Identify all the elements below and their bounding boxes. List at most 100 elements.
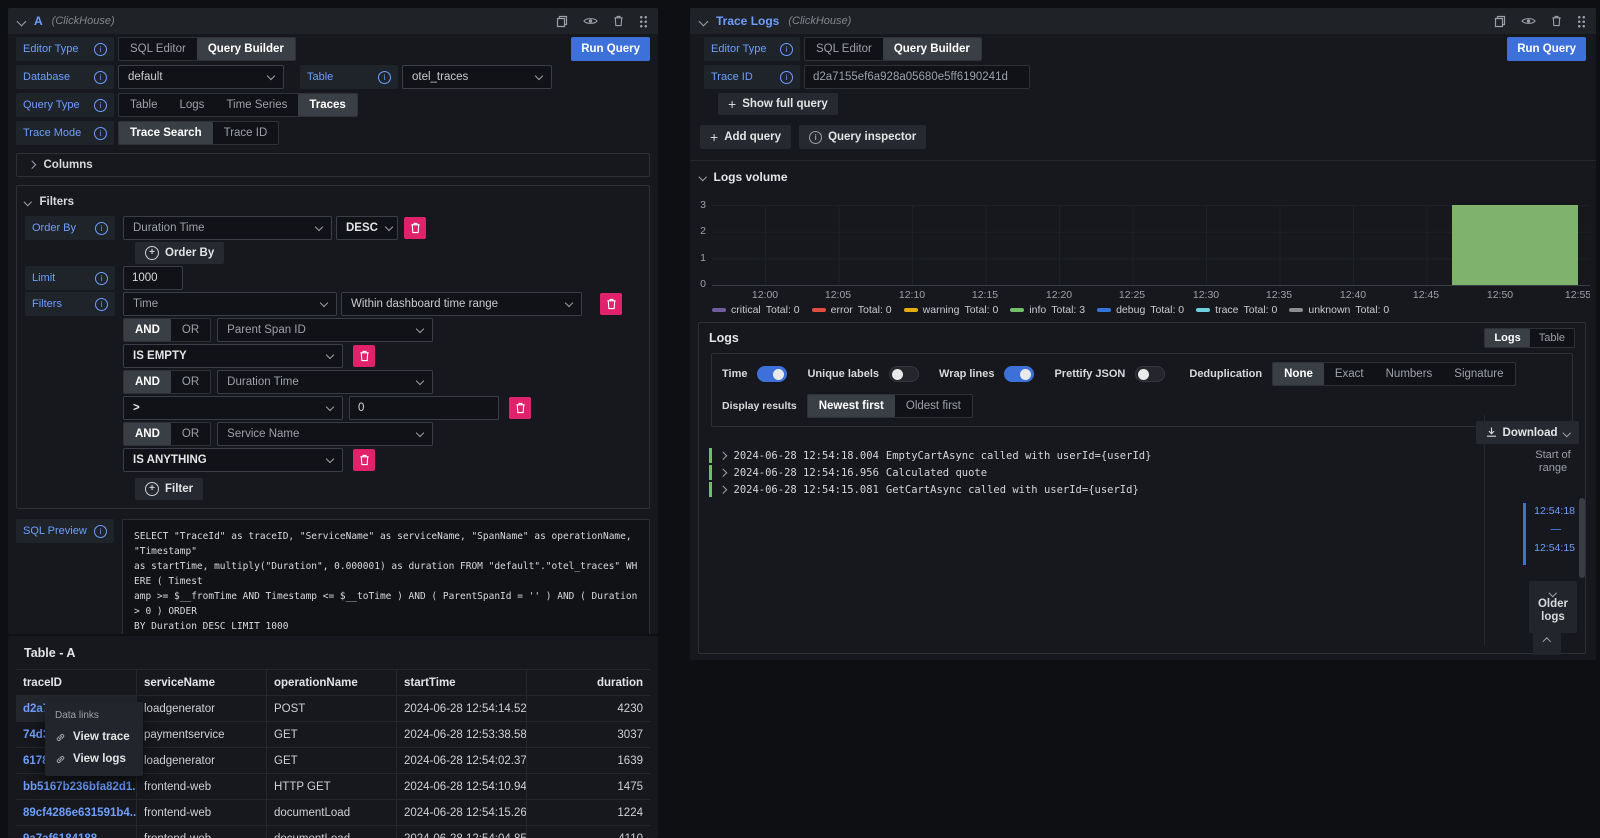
legend-item-trace[interactable]: traceTotal: 0 (1196, 304, 1277, 316)
show-full-query-button[interactable]: Show full query (718, 93, 838, 115)
remove-filter-button[interactable] (509, 397, 531, 419)
expand-log-icon[interactable] (719, 452, 727, 460)
option-query-builder[interactable]: Query Builder (197, 38, 295, 60)
limit-input[interactable] (123, 266, 183, 290)
option-time-series[interactable]: Time Series (215, 94, 298, 116)
trash-icon[interactable] (613, 15, 624, 27)
option-trace-id[interactable]: Trace ID (213, 122, 279, 144)
info-icon[interactable] (378, 71, 391, 84)
trace-id-link[interactable]: bb5167b236bfa82d1... (23, 781, 137, 793)
filter-field-select[interactable]: Service Name (217, 422, 433, 446)
remove-filter-button[interactable] (600, 293, 622, 315)
option-none[interactable]: None (1273, 363, 1324, 385)
legend-item-unknown[interactable]: unknownTotal: 0 (1289, 304, 1389, 316)
remove-filter-button[interactable] (353, 345, 375, 367)
legend-item-info[interactable]: infoTotal: 3 (1010, 304, 1085, 316)
filter-operator-select[interactable]: IS ANYTHING (123, 448, 343, 472)
filter-value-input[interactable] (349, 396, 499, 420)
info-icon[interactable] (780, 43, 793, 56)
query-inspector-button[interactable]: Query inspector (799, 125, 926, 149)
expand-log-icon[interactable] (719, 486, 727, 494)
info-icon[interactable] (95, 222, 108, 235)
remove-order-by-button[interactable] (404, 217, 426, 239)
unique-labels-toggle[interactable] (889, 366, 919, 382)
prettify-json-toggle[interactable] (1135, 366, 1165, 382)
filter-operator-select[interactable]: > (123, 396, 343, 420)
order-by-field-select[interactable]: Duration Time (123, 216, 332, 240)
option-exact[interactable]: Exact (1324, 363, 1375, 385)
log-row[interactable]: 2024-06-28 12:54:18.004 EmptyCartAsync c… (709, 447, 1151, 464)
filter-operator-select[interactable]: IS EMPTY (123, 344, 343, 368)
info-icon[interactable] (94, 525, 107, 538)
filter-field-select[interactable]: Parent Span ID (217, 318, 433, 342)
collapse-panel-icon[interactable] (699, 16, 709, 26)
info-icon[interactable] (780, 71, 793, 84)
scroll-to-top-button[interactable] (1533, 629, 1561, 655)
filter-field-select[interactable]: Duration Time (217, 370, 433, 394)
column-header-traceid[interactable]: traceID (16, 670, 137, 695)
logs-volume-section-header[interactable]: Logs volume (700, 170, 788, 184)
option-logs-view[interactable]: Logs (1485, 329, 1529, 347)
info-icon[interactable] (94, 71, 107, 84)
duplicate-icon[interactable] (556, 15, 568, 28)
column-header-duration[interactable]: duration (527, 670, 650, 695)
eye-icon[interactable] (1521, 16, 1536, 26)
bar-info-1250[interactable] (1452, 205, 1578, 285)
info-icon[interactable] (95, 298, 108, 311)
info-icon[interactable] (94, 127, 107, 140)
collapse-panel-icon[interactable] (17, 16, 27, 26)
option-query-builder[interactable]: Query Builder (883, 38, 981, 60)
log-row[interactable]: 2024-06-28 12:54:16.956 Calculated quote (709, 464, 1151, 481)
log-row[interactable]: 2024-06-28 12:54:15.081 GetCartAsync cal… (709, 481, 1151, 498)
trace-id-input[interactable] (804, 65, 1030, 89)
column-header-starttime[interactable]: startTime (397, 670, 527, 695)
option-or[interactable]: OR (171, 371, 210, 393)
option-or[interactable]: OR (171, 319, 210, 341)
legend-item-critical[interactable]: criticalTotal: 0 (712, 304, 800, 316)
eye-icon[interactable] (583, 16, 598, 26)
wrap-lines-toggle[interactable] (1004, 366, 1034, 382)
menu-item-view-logs[interactable]: View logs (45, 748, 143, 770)
run-query-button[interactable]: Run Query (1507, 37, 1586, 61)
column-header-operationname[interactable]: operationName (267, 670, 397, 695)
option-and[interactable]: AND (124, 319, 171, 341)
add-query-button[interactable]: Add query (700, 125, 791, 149)
legend-item-warning[interactable]: warningTotal: 0 (904, 304, 999, 316)
legend-item-error[interactable]: errorTotal: 0 (812, 304, 892, 316)
download-button[interactable]: Download (1476, 421, 1579, 444)
drag-handle-icon[interactable] (1577, 15, 1586, 28)
option-trace-search[interactable]: Trace Search (119, 122, 213, 144)
menu-item-view-trace[interactable]: View trace (45, 726, 143, 748)
option-numbers[interactable]: Numbers (1375, 363, 1444, 385)
table-select[interactable]: otel_traces (402, 65, 552, 89)
option-newest-first[interactable]: Newest first (808, 395, 895, 417)
logs-navigation-timeline[interactable]: 12:54:18 — 12:54:15 (1523, 503, 1575, 565)
info-icon[interactable] (94, 99, 107, 112)
filters-section-header[interactable]: Filters (25, 194, 641, 210)
run-query-button[interactable]: Run Query (571, 37, 650, 61)
column-header-servicename[interactable]: serviceName (137, 670, 267, 695)
trace-id-link[interactable]: 9a7af6184188... (23, 833, 107, 838)
option-and[interactable]: AND (124, 423, 171, 445)
panel-title[interactable]: A (34, 14, 43, 28)
filter-operator-select[interactable]: Within dashboard time range (341, 292, 582, 316)
add-order-by-button[interactable]: Order By (135, 242, 224, 264)
time-toggle[interactable] (757, 366, 787, 382)
columns-section-header[interactable]: Columns (16, 153, 650, 177)
filter-field-select[interactable]: Time (123, 292, 337, 316)
logs-volume-chart[interactable] (712, 205, 1590, 286)
legend-item-debug[interactable]: debugTotal: 0 (1097, 304, 1184, 316)
option-table-view[interactable]: Table (1530, 329, 1574, 347)
option-traces[interactable]: Traces (298, 94, 356, 116)
scrollbar[interactable] (1579, 498, 1585, 578)
panel-title[interactable]: Trace Logs (716, 14, 779, 28)
option-or[interactable]: OR (171, 423, 210, 445)
option-signature[interactable]: Signature (1443, 363, 1514, 385)
database-select[interactable]: default (118, 65, 284, 89)
info-icon[interactable] (94, 43, 107, 56)
trash-icon[interactable] (1551, 15, 1562, 27)
trace-id-link[interactable]: 89cf4286e631591b4... (23, 807, 137, 819)
timeline-oldest-timestamp[interactable]: 12:54:15 (1534, 542, 1575, 554)
option-sql-editor[interactable]: SQL Editor (119, 38, 197, 60)
option-oldest-first[interactable]: Oldest first (895, 395, 972, 417)
